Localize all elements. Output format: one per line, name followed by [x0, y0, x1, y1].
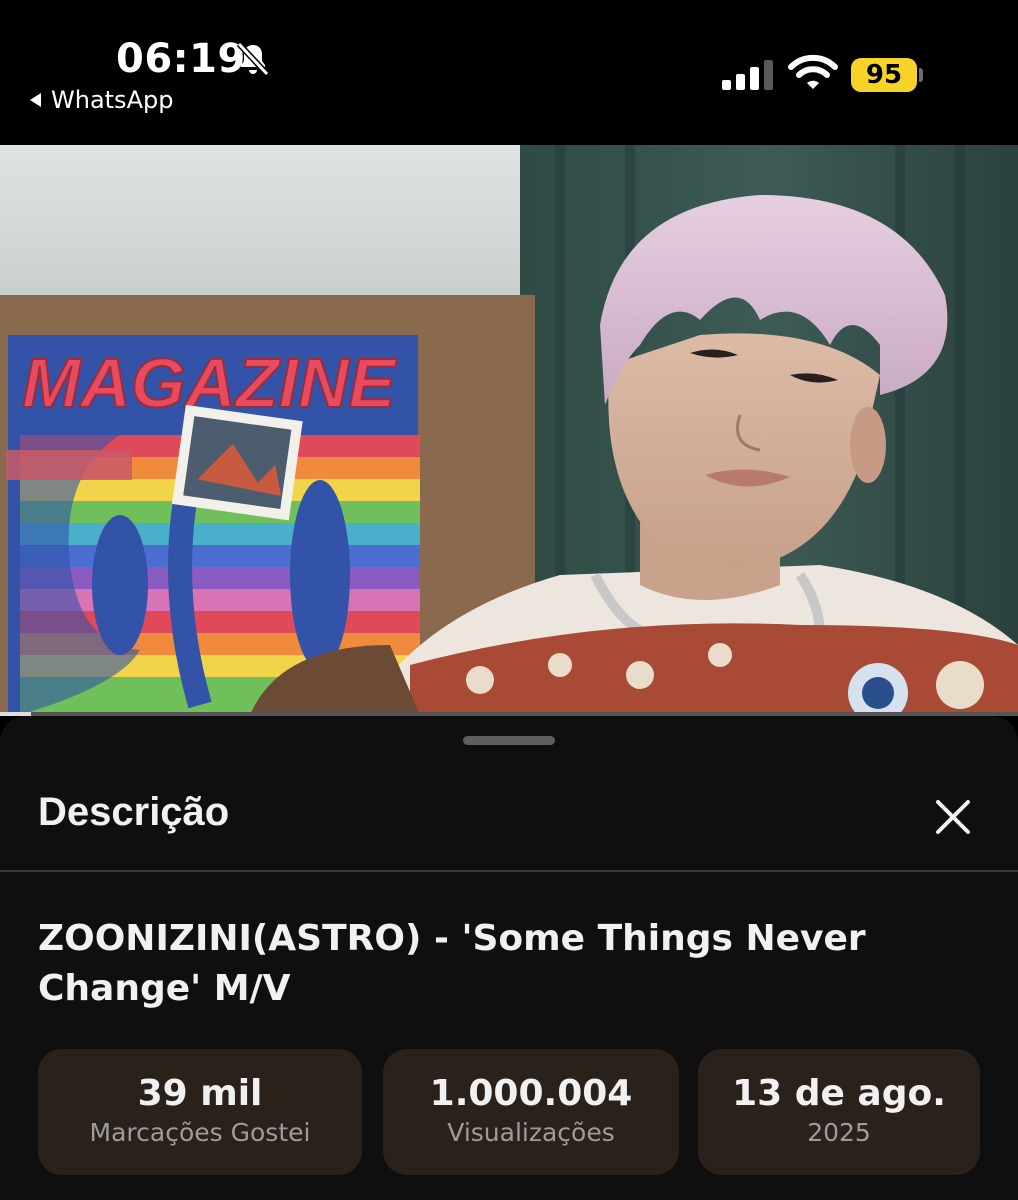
description-sheet: Descrição ZOONIZINI(ASTRO) - 'Some Thing… — [0, 716, 1018, 1200]
divider — [0, 870, 1018, 872]
video-player[interactable]: MAGAZINE 60 — [0, 145, 1018, 715]
likes-stat-card: 39 mil Marcações Gostei — [38, 1049, 362, 1175]
battery-indicator: 95 — [851, 58, 917, 92]
bell-muted-icon — [236, 41, 270, 77]
likes-label: Marcações Gostei — [89, 1118, 311, 1147]
back-arrow-icon — [30, 93, 41, 107]
back-app-label: WhatsApp — [51, 86, 174, 114]
views-label: Visualizações — [447, 1118, 615, 1147]
clock: 06:19 — [116, 36, 246, 82]
back-to-app-button[interactable]: WhatsApp — [30, 86, 173, 114]
battery-cap — [919, 68, 923, 82]
publish-year: 2025 — [807, 1118, 871, 1147]
wifi-icon — [788, 54, 838, 89]
views-stat-card: 1.000.004 Visualizações — [383, 1049, 679, 1175]
status-bar: 06:19 WhatsApp 95 — [0, 0, 1018, 145]
date-stat-card: 13 de ago. 2025 — [698, 1049, 980, 1175]
publish-date: 13 de ago. — [732, 1073, 946, 1114]
cellular-signal-icon — [722, 58, 773, 90]
video-title: ZOONIZINI(ASTRO) - 'Some Things Never Ch… — [38, 918, 866, 1009]
sheet-title: Descrição — [38, 790, 230, 834]
sheet-drag-handle[interactable] — [463, 736, 555, 745]
close-icon[interactable] — [930, 794, 976, 840]
views-count: 1.000.004 — [429, 1073, 633, 1114]
video-frame-image: MAGAZINE 60 — [0, 145, 1018, 715]
likes-count: 39 mil — [137, 1073, 263, 1114]
